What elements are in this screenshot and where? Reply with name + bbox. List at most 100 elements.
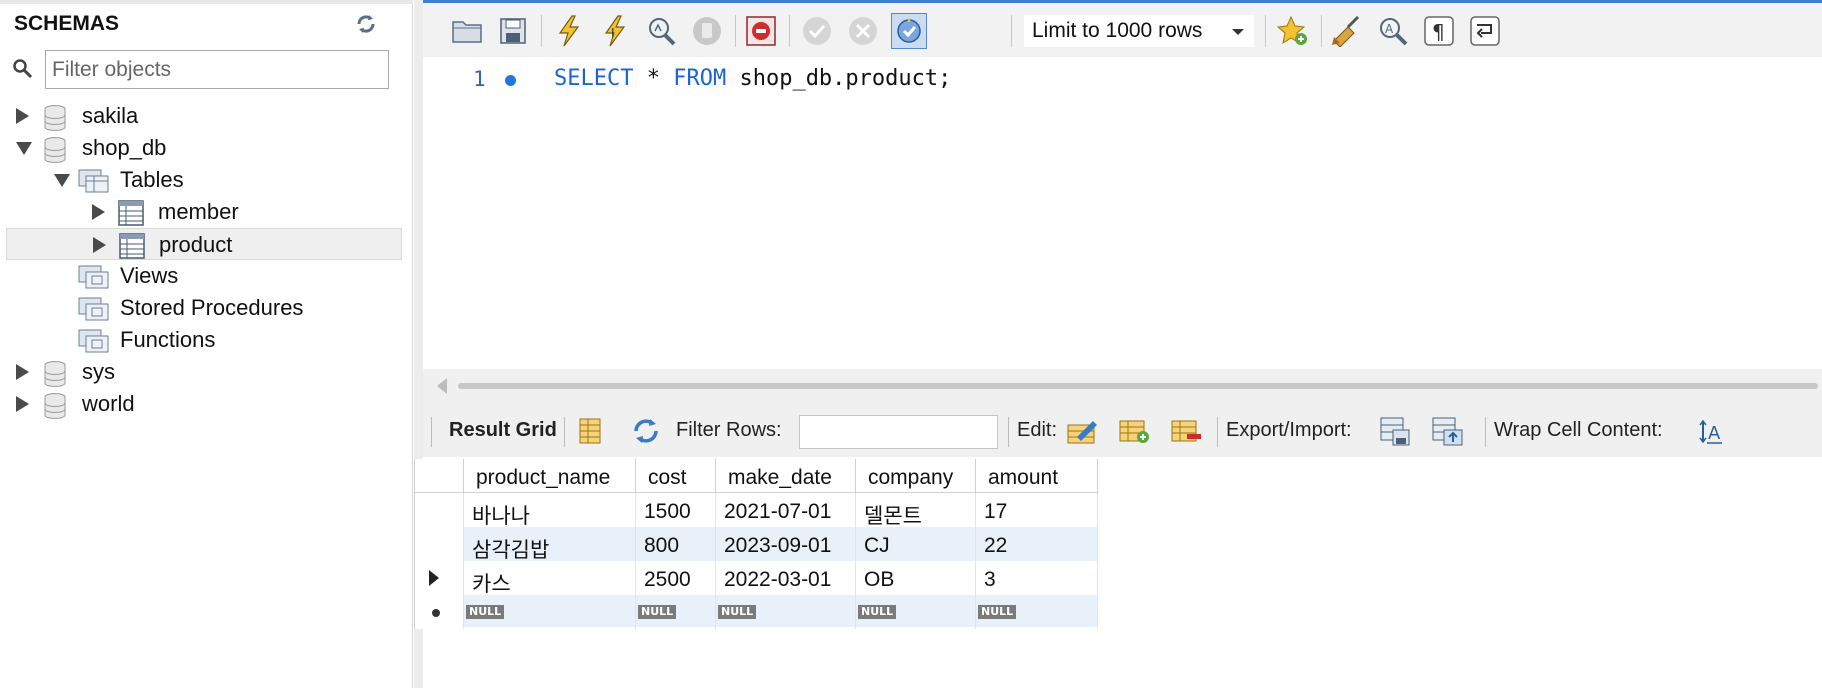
import-icon[interactable] [1430,415,1464,447]
table-cell[interactable]: NULL [716,595,856,629]
table-row[interactable]: 삼각김밥 800 2023-09-01 CJ 22 [414,527,1098,562]
autocommit-icon[interactable] [891,13,927,49]
save-icon[interactable] [495,13,531,49]
expand-arrow-icon[interactable] [93,237,106,253]
tree-item-label: product [159,232,233,257]
scroll-left-icon[interactable] [437,378,447,394]
table-cell[interactable]: 삼각김밥 [464,527,636,562]
new-row-selector[interactable] [414,595,464,629]
table-cell[interactable]: 카스 [464,561,636,596]
export-import-label: Export/Import: [1226,419,1352,441]
expand-arrow-icon[interactable] [92,204,105,220]
row-selector[interactable] [414,527,464,561]
limit-rows-select[interactable]: Limit to 1000 rows [1023,14,1255,48]
table-cell[interactable]: OB [856,561,976,595]
tree-item-tables[interactable]: Tables [0,164,402,196]
table-cell[interactable]: NULL [636,595,716,629]
column-header[interactable]: company [856,459,976,493]
form-editor-icon[interactable] [573,415,607,447]
error-stop-icon[interactable] [743,13,779,49]
add-row-icon[interactable] [1117,415,1151,447]
table-row[interactable]: 카스 2500 2022-03-01 OB 3 [414,561,1098,596]
tree-item-sys[interactable]: sys [0,356,402,388]
column-header[interactable]: product_name [464,459,636,493]
sql-editor[interactable]: 1 SELECT * FROM shop_db.product; [423,57,1822,369]
svg-text:I: I [611,26,615,40]
table-cell[interactable]: NULL [976,595,1098,629]
column-header[interactable]: cost [636,459,716,493]
tree-item-functions[interactable]: Functions [0,324,402,356]
table-icon [118,200,144,226]
table-cell[interactable]: 22 [976,527,1098,561]
tree-item-world[interactable]: world [0,388,402,420]
wrap-icon[interactable] [1467,13,1503,49]
null-badge: NULL [858,605,897,619]
tree-item-shop-db[interactable]: shop_db [0,132,402,164]
bookmark-star-icon[interactable] [1275,13,1311,49]
rollback-icon[interactable] [845,13,881,49]
table-cell[interactable]: 2022-03-01 [716,561,856,595]
column-header[interactable]: make_date [716,459,856,493]
delete-row-icon[interactable] [1169,415,1203,447]
new-row[interactable]: NULL NULL NULL NULL NULL [414,595,1098,629]
wrap-cell-icon[interactable]: A [1698,415,1732,447]
table-cell[interactable]: CJ [856,527,976,561]
null-badge: NULL [718,605,757,619]
search-icon [13,59,33,79]
table-cell[interactable]: 2500 [636,561,716,595]
collapse-arrow-icon[interactable] [54,174,70,187]
refresh-icon[interactable] [354,12,378,36]
table-cell[interactable]: 3 [976,561,1098,595]
horizontal-scrollbar[interactable] [423,369,1822,403]
table-row[interactable]: 바나나 1500 2021-07-01 델몬트 17 [414,493,1098,528]
open-folder-icon[interactable] [449,13,485,49]
tree-item-product[interactable]: product [6,228,402,260]
tree-item-sakila[interactable]: sakila [0,100,402,132]
collapse-arrow-icon[interactable] [16,142,32,155]
grid-header-row[interactable]: product_name cost make_date company amount [414,459,1098,493]
table-cell[interactable]: 2021-07-01 [716,493,856,527]
tree-item-label: sakila [82,103,139,128]
result-grid-tab[interactable]: Result Grid [449,419,557,442]
edit-label: Edit: [1017,419,1058,441]
expand-arrow-icon[interactable] [16,364,29,380]
filter-objects-input[interactable] [45,50,389,89]
stop-icon[interactable] [689,13,725,49]
table-cell[interactable]: 2023-09-01 [716,527,856,561]
table-cell[interactable]: NULL [464,595,636,629]
execute-icon[interactable] [551,13,587,49]
column-header[interactable]: amount [976,459,1098,493]
expand-arrow-icon[interactable] [16,108,29,124]
table-cell[interactable]: 델몬트 [856,493,976,528]
edit-row-icon[interactable] [1065,415,1099,447]
svg-text:¶: ¶ [1432,20,1445,44]
tree-item-stored-procedures[interactable]: Stored Procedures [0,292,402,324]
table-cell[interactable]: 800 [636,527,716,561]
expand-arrow-icon[interactable] [16,396,29,412]
tree-item-member[interactable]: member [0,196,402,228]
invisible-chars-icon[interactable]: ¶ [1421,13,1457,49]
table-cell[interactable]: 바나나 [464,493,636,528]
tree-item-label: world [82,391,135,416]
export-icon[interactable] [1378,415,1412,447]
sql-code-line[interactable]: SELECT * FROM shop_db.product; [554,66,951,91]
sql-text: * [633,66,674,91]
sql-text: shop_db.product; [726,66,952,91]
table-cell[interactable]: 17 [976,493,1098,527]
row-selector[interactable] [414,561,464,595]
execute-current-icon[interactable]: I [597,13,633,49]
table-cell[interactable]: 1500 [636,493,716,527]
find-icon[interactable]: A [1375,13,1411,49]
current-row-marker-icon [429,570,439,586]
commit-icon[interactable] [799,13,835,49]
null-badge: NULL [638,605,677,619]
row-selector[interactable] [414,493,464,527]
refresh-icon[interactable] [629,415,663,447]
tree-item-label: Stored Procedures [120,295,304,320]
beautify-icon[interactable] [1329,13,1365,49]
explain-icon[interactable] [643,13,679,49]
tree-item-views[interactable]: Views [0,260,402,292]
table-cell[interactable]: NULL [856,595,976,629]
filter-rows-input[interactable] [799,415,998,449]
scrollbar-thumb[interactable] [458,383,1818,389]
